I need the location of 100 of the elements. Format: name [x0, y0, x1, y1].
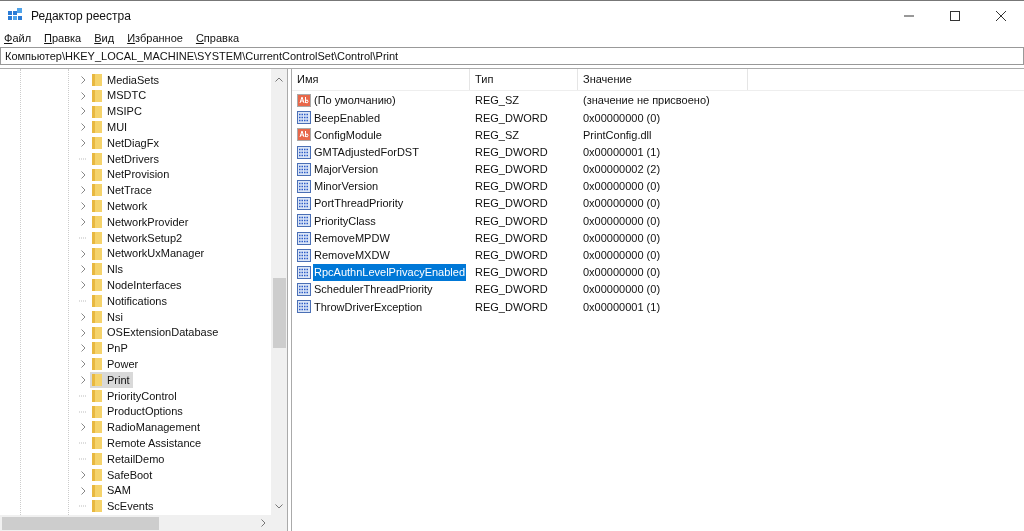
tree-item[interactable]: RetailDemo — [107, 450, 165, 468]
menu-item[interactable]: Правка — [42, 29, 84, 47]
folder-icon — [91, 420, 103, 435]
value-name[interactable]: PortThreadPriority — [313, 195, 405, 212]
tree-item[interactable]: NetworkProvider — [107, 213, 189, 231]
folder-icon — [91, 452, 103, 467]
tree-item[interactable]: Nls — [107, 261, 123, 278]
value-name[interactable]: ThrowDriverException — [313, 298, 424, 316]
menu-item[interactable]: Файл — [2, 29, 34, 47]
tree-line-icon — [79, 236, 87, 239]
tree-item[interactable]: Power — [107, 356, 139, 373]
binary-value-icon — [297, 248, 311, 262]
tree-item[interactable]: NodeInterfaces — [107, 277, 182, 294]
tree-item[interactable]: NetDrivers — [107, 150, 159, 168]
value-name[interactable]: RpcAuthnLevelPrivacyEnabled — [313, 264, 467, 281]
tree-item[interactable]: ProductOptions — [107, 403, 183, 420]
tree-item[interactable]: MUI — [107, 119, 128, 136]
binary-value-icon — [297, 265, 311, 279]
tree-item[interactable]: NetworkSetup2 — [107, 229, 183, 247]
address-field[interactable]: Компьютер\HKEY_LOCAL_MACHINE\SYSTEM\CurrentControlSet\Control\Print — [0, 47, 1024, 65]
folder-icon — [91, 278, 103, 293]
vertical-scrollbar[interactable] — [271, 69, 287, 515]
tree-item[interactable]: PriorityControl — [107, 387, 177, 405]
value-data: 0x00000000 (0) — [582, 196, 661, 212]
value-data: 0x00000000 (0) — [582, 248, 661, 264]
scroll-down-icon[interactable] — [275, 504, 283, 509]
menu-item[interactable]: Справка — [193, 29, 242, 47]
value-data: (значение не присвоено) — [582, 93, 710, 109]
value-name[interactable]: PriorityClass — [313, 212, 377, 230]
tree-item[interactable]: MSIPC — [107, 103, 142, 120]
scrollbar-thumb[interactable] — [272, 278, 286, 348]
scroll-up-icon[interactable] — [275, 77, 283, 82]
value-type: REG_DWORD — [474, 110, 549, 126]
folder-icon — [91, 499, 103, 514]
tree-line-icon — [79, 442, 87, 445]
tree-item[interactable]: OSExtensionDatabase — [107, 324, 219, 341]
folder-icon — [91, 467, 103, 482]
binary-value-icon — [297, 283, 311, 297]
tree-line-icon — [79, 505, 87, 508]
value-name[interactable]: RemoveMXDW — [313, 247, 391, 264]
minimize-icon — [904, 14, 914, 17]
value-name[interactable]: BeepEnabled — [313, 109, 382, 127]
value-name[interactable]: MajorVersion — [313, 161, 380, 178]
tree-item[interactable]: NetProvision — [107, 166, 170, 183]
value-type: REG_DWORD — [474, 230, 549, 246]
value-data: 0x00000000 (0) — [582, 282, 661, 298]
value-type: REG_DWORD — [474, 144, 549, 160]
folder-icon — [91, 183, 103, 198]
tree-item[interactable]: ScEvents — [107, 498, 154, 515]
folder-icon — [91, 136, 103, 151]
binary-value-icon — [297, 300, 311, 314]
folder-icon — [91, 309, 103, 324]
window-title: Редактор реестра — [31, 7, 131, 25]
tree-item[interactable]: Nsi — [107, 308, 123, 326]
binary-value-icon — [297, 145, 311, 159]
tree-item[interactable]: RadioManagement — [107, 419, 200, 436]
value-type: REG_DWORD — [474, 299, 549, 315]
value-data: 0x00000001 (1) — [582, 144, 661, 160]
tree-item[interactable]: NetTrace — [107, 182, 152, 199]
column-header[interactable]: Значение — [578, 69, 748, 90]
folder-icon — [91, 341, 103, 356]
tree-item[interactable]: Network — [107, 198, 148, 215]
value-data: 0x00000000 (0) — [582, 230, 661, 246]
expand-chevron-icon[interactable] — [80, 423, 86, 432]
column-header[interactable]: Тип — [470, 69, 578, 90]
column-header[interactable]: Имя — [292, 69, 470, 90]
value-name[interactable]: RemoveMPDW — [313, 229, 391, 247]
folder-icon — [91, 230, 103, 245]
value-name[interactable]: (По умолчанию) — [313, 92, 397, 109]
menu-item[interactable]: Вид — [92, 29, 117, 47]
binary-value-icon — [297, 162, 311, 176]
value-type: REG_SZ — [474, 127, 520, 143]
value-name[interactable]: MinorVersion — [313, 178, 380, 195]
tree-item[interactable]: NetDiagFx — [107, 134, 159, 152]
tree-item[interactable]: MSDTC — [107, 87, 147, 104]
value-type: REG_DWORD — [474, 162, 549, 178]
tree-item[interactable]: SafeBoot — [107, 466, 153, 484]
tree-item[interactable]: Remote Assistance — [107, 435, 202, 452]
tree-line-icon — [79, 300, 87, 303]
folder-icon — [91, 294, 103, 309]
tree-line-icon — [79, 458, 87, 460]
value-name[interactable]: ConfigModule — [313, 126, 383, 144]
value-name[interactable]: SchedulerThreadPriority — [313, 281, 434, 298]
menu-item[interactable]: Избранное — [125, 29, 185, 47]
folder-icon — [91, 436, 103, 451]
folder-icon — [91, 325, 103, 340]
folder-icon — [91, 483, 103, 498]
tree-item[interactable]: Notifications — [107, 292, 167, 310]
tree-item[interactable]: SAM — [107, 482, 131, 499]
scroll-right-icon[interactable] — [261, 519, 266, 527]
binary-value-icon — [297, 231, 311, 245]
value-data: 0x00000000 (0) — [582, 110, 661, 126]
tree-item[interactable]: MediaSets — [107, 71, 159, 89]
maximize-icon — [950, 10, 960, 21]
horizontal-scrollbar[interactable] — [0, 515, 287, 531]
binary-value-icon — [297, 197, 311, 211]
tree-item[interactable]: NetworkUxManager — [107, 245, 205, 262]
tree-item[interactable]: PnP — [107, 340, 128, 357]
scrollbar-thumb[interactable] — [2, 516, 159, 530]
value-name[interactable]: GMTAdjustedForDST — [313, 143, 420, 161]
